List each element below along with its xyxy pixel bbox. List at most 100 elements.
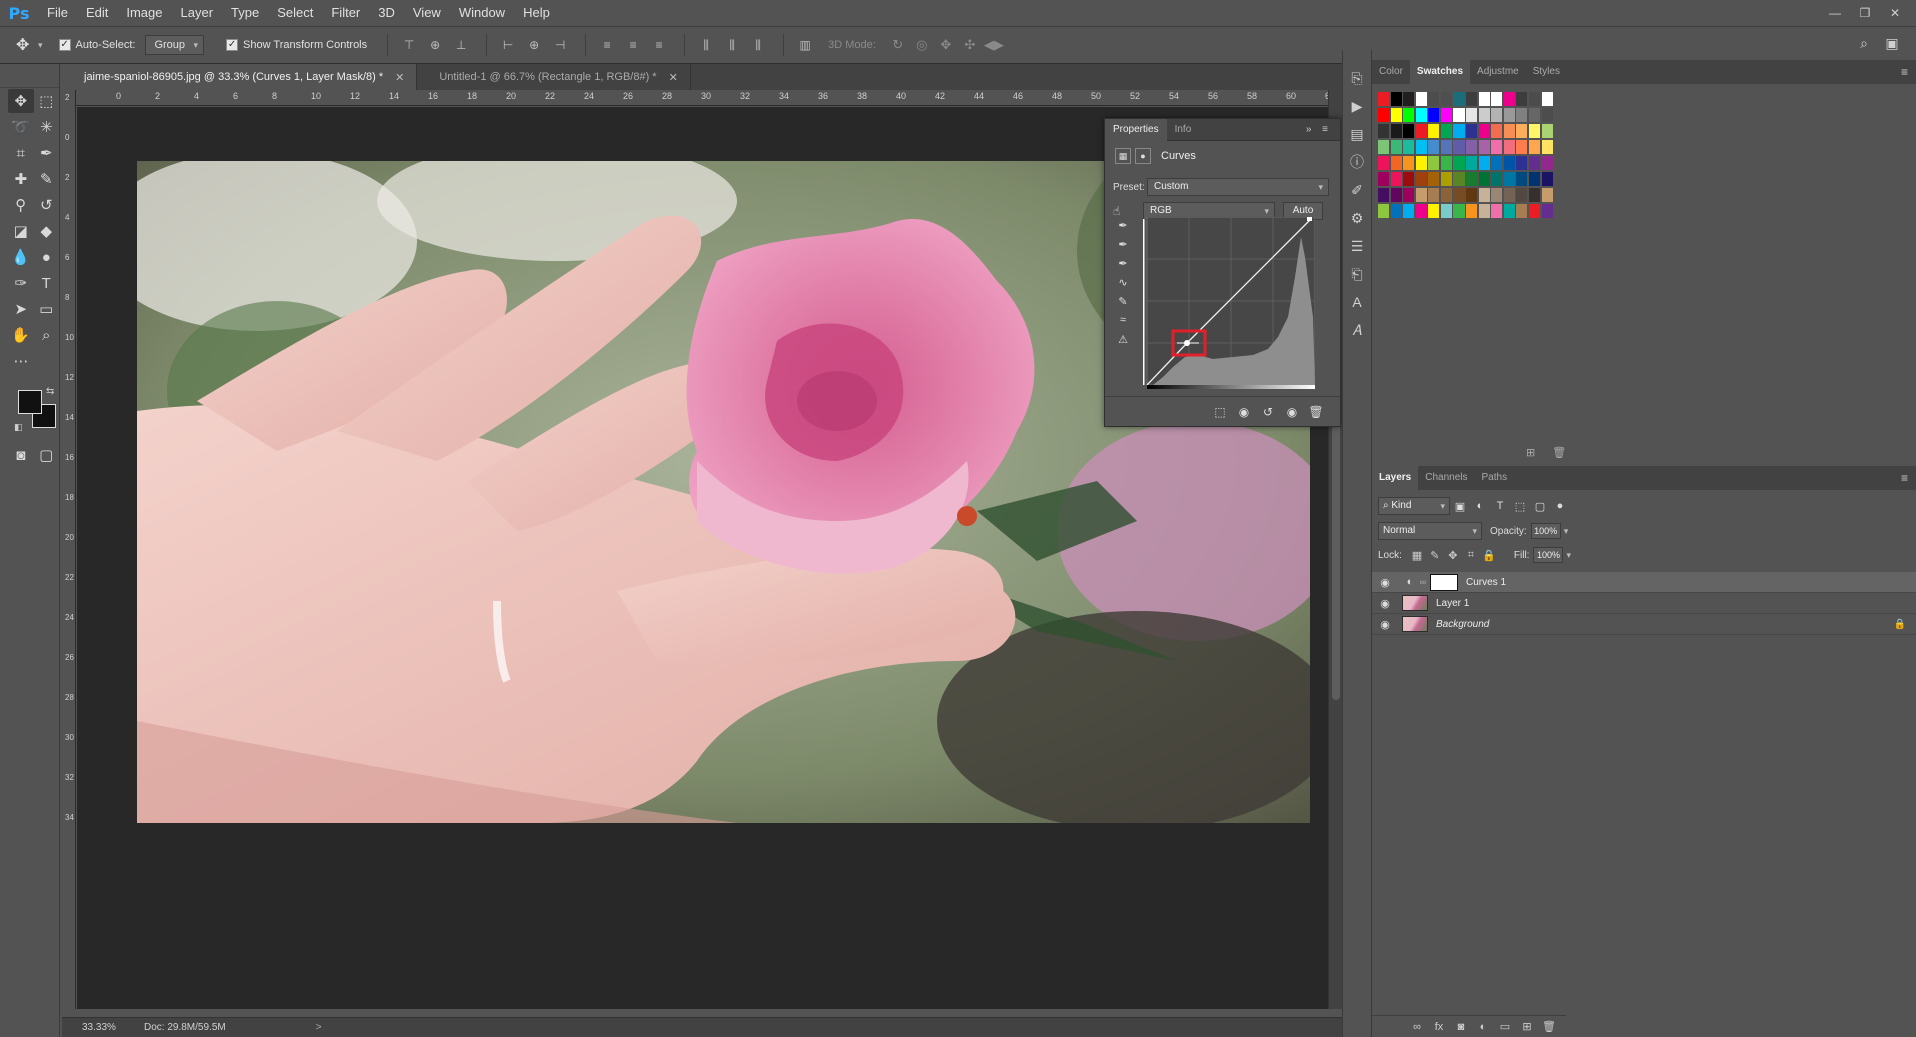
new-group-icon[interactable]: ▭ bbox=[1494, 1020, 1516, 1033]
menu-file[interactable]: File bbox=[38, 0, 77, 26]
swatch[interactable] bbox=[1390, 140, 1402, 154]
swatch[interactable] bbox=[1440, 156, 1452, 170]
swatch[interactable] bbox=[1528, 156, 1541, 170]
move-tool-icon[interactable]: ✥ bbox=[16, 35, 38, 55]
swatch[interactable] bbox=[1528, 92, 1541, 106]
foreground-color[interactable] bbox=[18, 390, 42, 414]
swatch[interactable] bbox=[1491, 140, 1503, 154]
history-brush-tool-icon[interactable]: ↺ bbox=[34, 193, 60, 217]
smooth-curve-icon[interactable]: ≈ bbox=[1113, 314, 1133, 333]
swatch[interactable] bbox=[1403, 108, 1415, 122]
close-tab-icon[interactable]: ✕ bbox=[669, 71, 678, 84]
clone-stamp-tool-icon[interactable]: ⚲ bbox=[8, 193, 34, 217]
3d-orbit-icon[interactable]: ↻ bbox=[886, 37, 910, 53]
swatch[interactable] bbox=[1428, 92, 1440, 106]
swatch[interactable] bbox=[1428, 140, 1440, 154]
swatch[interactable] bbox=[1390, 172, 1402, 186]
swatch[interactable] bbox=[1503, 172, 1515, 186]
brush-settings-icon[interactable]: ✐ bbox=[1343, 176, 1371, 204]
align-vcenter-icon[interactable]: ⊕ bbox=[424, 34, 446, 56]
restore-icon[interactable]: ❐ bbox=[1850, 6, 1880, 20]
swatch[interactable] bbox=[1528, 188, 1541, 202]
menu-edit[interactable]: Edit bbox=[77, 0, 117, 26]
swatch[interactable] bbox=[1478, 140, 1490, 154]
swatch[interactable] bbox=[1466, 172, 1478, 186]
view-previous-icon[interactable]: ◉ bbox=[1232, 405, 1256, 419]
swatch[interactable] bbox=[1440, 204, 1452, 218]
layer-style-icon[interactable]: fx bbox=[1428, 1021, 1450, 1033]
reset-icon[interactable]: ↺ bbox=[1256, 405, 1280, 419]
eye-icon[interactable]: ◉ bbox=[1372, 576, 1398, 589]
swatch[interactable] bbox=[1491, 108, 1503, 122]
add-mask-icon[interactable]: ◙ bbox=[1450, 1021, 1472, 1033]
clone-source-icon[interactable]: ⎗ bbox=[1343, 260, 1371, 288]
white-point-eyedropper-icon[interactable]: ✒ bbox=[1113, 257, 1133, 276]
layer-mask-icon[interactable]: ● bbox=[1135, 148, 1151, 164]
marquee-tool-icon[interactable]: ⬚ bbox=[34, 89, 60, 113]
3d-slide-icon[interactable]: ✣ bbox=[958, 37, 982, 53]
info-icon[interactable]: ⓘ bbox=[1343, 148, 1371, 176]
blur-tool-icon[interactable]: 💧 bbox=[8, 245, 34, 269]
swatch[interactable] bbox=[1428, 108, 1440, 122]
type-tool-icon[interactable]: T bbox=[34, 271, 60, 295]
blend-mode-dropdown[interactable]: Normal bbox=[1378, 522, 1482, 540]
auto-align-icon[interactable]: ▥ bbox=[794, 34, 816, 56]
swatch[interactable] bbox=[1415, 156, 1427, 170]
lock-all-icon[interactable]: 🔒 bbox=[1480, 549, 1498, 562]
default-colors-icon[interactable]: ◧ bbox=[14, 422, 23, 433]
lasso-tool-icon[interactable]: ➰ bbox=[8, 115, 34, 139]
menu-view[interactable]: View bbox=[404, 0, 450, 26]
delete-icon[interactable]: 🗑 bbox=[1304, 405, 1328, 419]
filter-smart-object-icon[interactable]: ▢ bbox=[1530, 500, 1550, 513]
swatch[interactable] bbox=[1466, 204, 1478, 218]
kind-filter-dropdown[interactable]: ⌕ Kind bbox=[1378, 497, 1450, 515]
curves-graph[interactable] bbox=[1143, 217, 1315, 389]
swatch[interactable] bbox=[1453, 172, 1465, 186]
paint-bucket-tool-icon[interactable]: ◆ bbox=[34, 219, 60, 243]
magic-wand-tool-icon[interactable]: ✳ bbox=[34, 115, 60, 139]
zoom-level[interactable]: 33.33% bbox=[62, 1022, 116, 1033]
align-hcenter-icon[interactable]: ⊕ bbox=[523, 34, 545, 56]
swatch[interactable] bbox=[1478, 172, 1490, 186]
swatch[interactable] bbox=[1503, 156, 1515, 170]
layer-row-curves[interactable]: ◉ ◐ ∞ Curves 1 bbox=[1372, 572, 1916, 593]
swatch[interactable] bbox=[1440, 92, 1452, 106]
swatch[interactable] bbox=[1378, 156, 1390, 170]
status-menu-arrow[interactable]: > bbox=[316, 1022, 322, 1033]
filter-toggle-icon[interactable]: ● bbox=[1550, 500, 1570, 512]
swatch[interactable] bbox=[1378, 188, 1390, 202]
swatch[interactable] bbox=[1516, 108, 1528, 122]
auto-select-target-dropdown[interactable]: Group bbox=[145, 35, 205, 55]
swatch[interactable] bbox=[1516, 92, 1528, 106]
menu-select[interactable]: Select bbox=[268, 0, 322, 26]
swatch[interactable] bbox=[1440, 108, 1452, 122]
move-tool-icon[interactable]: ✥ bbox=[8, 89, 34, 113]
healing-brush-tool-icon[interactable]: ✚ bbox=[8, 167, 34, 191]
swatch[interactable] bbox=[1541, 140, 1553, 154]
tab-info[interactable]: Info bbox=[1167, 119, 1200, 141]
swatch[interactable] bbox=[1378, 204, 1390, 218]
swatch[interactable] bbox=[1478, 156, 1490, 170]
swatch[interactable] bbox=[1415, 92, 1427, 106]
pen-tool-icon[interactable]: ✑ bbox=[8, 271, 34, 295]
distribute-hcenter-icon[interactable]: ⫼ bbox=[721, 34, 743, 56]
gray-point-eyedropper-icon[interactable]: ✒ bbox=[1113, 238, 1133, 257]
tab-swatches[interactable]: Swatches bbox=[1409, 60, 1471, 84]
swatch[interactable] bbox=[1403, 124, 1415, 138]
filter-shape-icon[interactable]: ⬚ bbox=[1510, 500, 1530, 513]
doc-tab-active[interactable]: jaime-spaniol-86905.jpg @ 33.3% (Curves … bbox=[62, 64, 418, 90]
targeted-adjustment-icon[interactable]: ☝ bbox=[1113, 204, 1143, 218]
tab-adjustments[interactable]: Adjustme bbox=[1470, 60, 1526, 84]
menu-type[interactable]: Type bbox=[222, 0, 268, 26]
quick-mask-icon[interactable]: ◙ bbox=[8, 443, 34, 467]
properties-icon[interactable]: ▤ bbox=[1343, 120, 1371, 148]
tab-color[interactable]: Color bbox=[1372, 60, 1410, 84]
filter-type-icon[interactable]: T bbox=[1490, 500, 1510, 512]
delete-swatch-icon[interactable]: 🗑 bbox=[1552, 447, 1566, 459]
swatch[interactable] bbox=[1466, 188, 1478, 202]
swatch[interactable] bbox=[1516, 204, 1528, 218]
swatch[interactable] bbox=[1440, 172, 1452, 186]
eyedropper-tool-icon[interactable]: ✒ bbox=[34, 141, 60, 165]
swatch[interactable] bbox=[1415, 124, 1427, 138]
swatch[interactable] bbox=[1428, 124, 1440, 138]
